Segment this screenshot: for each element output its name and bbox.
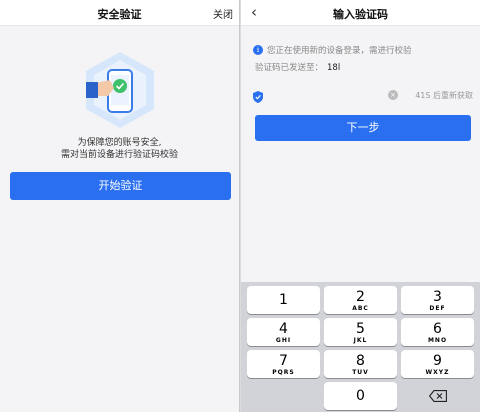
top-bar: 安全验证 关闭 <box>0 0 239 26</box>
verification-code-input[interactable] <box>267 88 387 102</box>
numeric-keypad: 1 2 ABC 3 DEF 4 GHI 5 JKL 6 MNO 7 PQRS 8… <box>241 282 480 412</box>
code-sent-notice: 验证码已发送至： 18l <box>255 61 340 73</box>
next-step-button[interactable]: 下一步 <box>255 115 471 141</box>
key-0[interactable]: 0 <box>324 382 397 410</box>
code-input-row: × 41S 后重新获取 <box>253 88 473 104</box>
keypad-empty-slot <box>247 382 320 410</box>
info-notice: i 您正在使用新的设备登录，需进行校验 <box>253 44 412 56</box>
key-6[interactable]: 6 MNO <box>401 318 474 346</box>
resend-countdown: 41S 后重新获取 <box>415 91 473 100</box>
phone-number: 18l <box>327 63 341 73</box>
key-8[interactable]: 8 TUV <box>324 350 397 378</box>
shield-icon <box>253 88 263 107</box>
top-bar: ‹ 输入验证码 <box>241 0 480 26</box>
sent-label: 验证码已发送至： <box>255 63 324 73</box>
description-line-2: 需对当前设备进行验证码校验 <box>60 150 178 160</box>
phone-verification-illustration <box>84 50 156 130</box>
clear-icon[interactable]: × <box>388 90 398 100</box>
close-button[interactable]: 关闭 <box>213 6 233 21</box>
info-icon: i <box>253 45 263 55</box>
security-verification-screen: 安全验证 关闭 为保障您的账号安全, 需对当前设备进行验证码校验 开始验证 <box>0 0 240 412</box>
info-text: 您正在使用新的设备登录，需进行校验 <box>267 46 412 56</box>
backspace-icon[interactable] <box>401 382 474 410</box>
key-7[interactable]: 7 PQRS <box>247 350 320 378</box>
key-9[interactable]: 9 WXYZ <box>401 350 474 378</box>
page-title: 输入验证码 <box>333 8 388 21</box>
key-2[interactable]: 2 ABC <box>324 286 397 314</box>
key-3[interactable]: 3 DEF <box>401 286 474 314</box>
enter-code-screen: ‹ 输入验证码 i 您正在使用新的设备登录，需进行校验 验证码已发送至： 18l … <box>241 0 480 412</box>
description-line-1: 为保障您的账号安全, <box>77 138 162 148</box>
key-1[interactable]: 1 <box>247 286 320 314</box>
key-4[interactable]: 4 GHI <box>247 318 320 346</box>
key-5[interactable]: 5 JKL <box>324 318 397 346</box>
start-verification-button[interactable]: 开始验证 <box>10 172 231 200</box>
page-title: 安全验证 <box>97 8 142 21</box>
